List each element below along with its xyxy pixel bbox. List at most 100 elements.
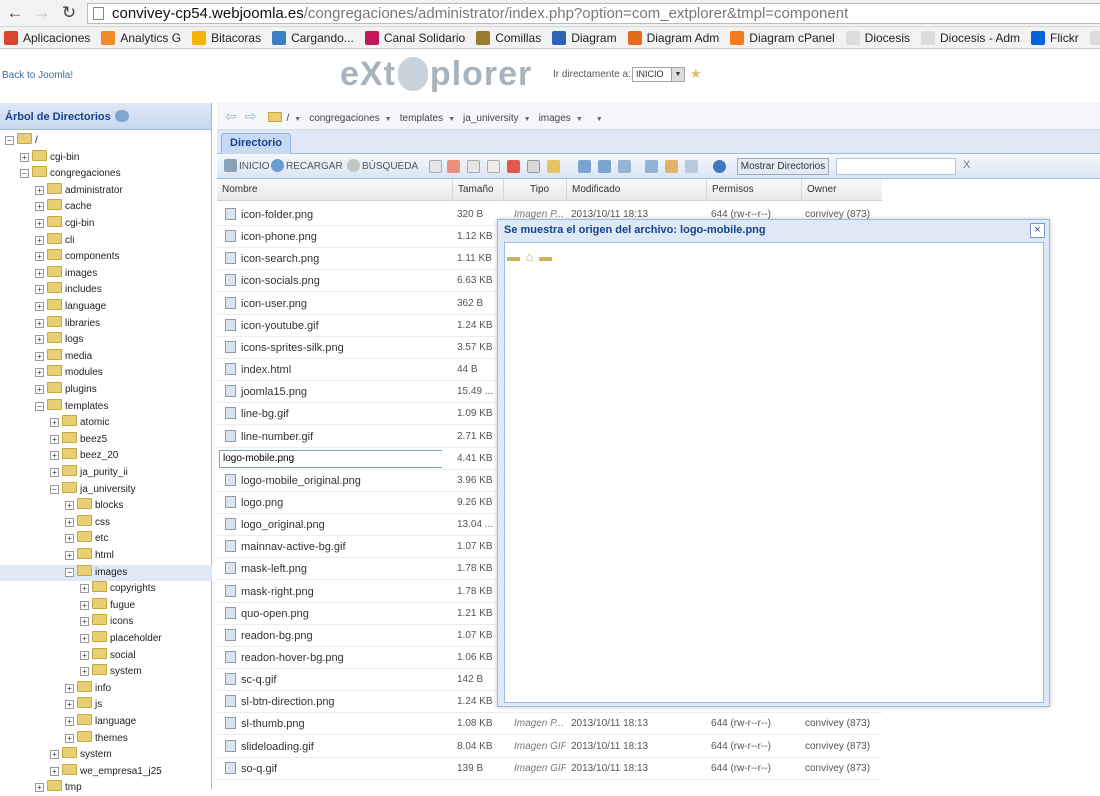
col-owner[interactable]: Owner — [801, 179, 882, 201]
tree-node[interactable]: + system — [50, 747, 112, 763]
bookmark-item[interactable]: Comillas — [472, 27, 548, 48]
file-row[interactable]: sl-thumb.png 1.08 KB Imagen P... 2013/10/11… — [217, 713, 882, 736]
search-button[interactable]: BÚSQUEDA — [347, 159, 418, 174]
expand-icon[interactable]: + — [50, 766, 59, 776]
chevron-down-icon[interactable]: ▼ — [448, 116, 455, 123]
bookmark-item[interactable]: Diagram Adm — [624, 27, 727, 48]
expand-icon[interactable]: + — [35, 335, 44, 345]
expand-icon[interactable]: + — [35, 318, 44, 328]
expand-icon[interactable]: + — [50, 468, 59, 477]
home-button[interactable]: INICIO — [224, 159, 270, 174]
breadcrumb-item[interactable]: templates ▼ — [400, 113, 463, 124]
tree-node[interactable]: + placeholder — [80, 631, 162, 647]
tree-node[interactable]: + html — [65, 548, 114, 564]
expand-icon[interactable]: + — [65, 700, 74, 710]
path-back-icon[interactable]: ⇦ — [225, 108, 237, 124]
tree-node[interactable]: + language — [35, 299, 106, 315]
tree-node[interactable]: + beez_20 — [50, 448, 118, 464]
chmod-icon[interactable] — [547, 160, 560, 173]
expand-icon[interactable]: + — [35, 302, 44, 311]
tree-node[interactable]: + beez5 — [50, 431, 107, 448]
rename-icon[interactable] — [527, 160, 540, 173]
tree-node[interactable]: + we_empresa1_j25 — [50, 763, 162, 780]
close-icon[interactable]: × — [1030, 223, 1045, 238]
download-icon[interactable] — [618, 160, 631, 173]
back-to-joomla-link[interactable]: Back to Joomla! — [2, 70, 73, 81]
tree-node[interactable]: + blocks — [65, 498, 123, 514]
tree-node[interactable]: + media — [35, 348, 92, 365]
refresh-tree-icon[interactable] — [114, 110, 129, 122]
expand-icon[interactable]: + — [80, 584, 89, 594]
address-bar[interactable]: convivey-cp54.webjoomla.es/congregacione… — [87, 3, 1100, 24]
tree-node[interactable]: + js — [65, 697, 102, 713]
expand-icon[interactable]: + — [65, 683, 74, 693]
bookmark-item[interactable]: Canal Solidario — [361, 27, 472, 48]
bookmark-item[interactable]: Diagram — [548, 27, 623, 48]
bookmark-item[interactable]: Analytics G — [97, 27, 188, 48]
path-forward-icon[interactable]: ⇨ — [245, 108, 257, 124]
bookmark-item[interactable]: France inte — [1086, 27, 1100, 48]
expand-icon[interactable]: + — [65, 551, 74, 560]
expand-icon[interactable]: + — [35, 285, 44, 295]
transfer-icon[interactable] — [685, 160, 698, 173]
expand-icon[interactable]: + — [35, 385, 44, 394]
tree-node[interactable]: − templates — [35, 398, 108, 415]
tree-node[interactable]: + ja_purity_ii — [50, 465, 128, 481]
tree-node[interactable]: + atomic — [50, 415, 109, 431]
tree-node[interactable]: + social — [80, 647, 136, 664]
expand-icon[interactable]: + — [65, 517, 74, 527]
tree-node[interactable]: + administrator — [35, 182, 123, 199]
tree-node[interactable]: + language — [65, 714, 136, 730]
back-arrow-icon[interactable]: ← — [5, 3, 25, 23]
expand-icon[interactable]: + — [65, 501, 74, 511]
reload-button[interactable]: RECARGAR — [271, 159, 343, 174]
tree-node[interactable]: + info — [65, 680, 111, 697]
col-size[interactable]: Tamaño — [452, 179, 503, 201]
filter-input[interactable] — [836, 158, 956, 175]
expand-icon[interactable]: + — [80, 667, 89, 677]
expand-icon[interactable]: + — [65, 717, 74, 726]
forward-arrow-icon[interactable]: → — [32, 3, 52, 23]
tree-node[interactable]: + system — [80, 664, 142, 680]
expand-icon[interactable]: + — [20, 152, 29, 162]
breadcrumb-item[interactable]: ja_university ▼ — [463, 113, 539, 124]
collapse-icon[interactable]: − — [5, 136, 14, 145]
tree-node[interactable]: + cgi-bin — [20, 149, 79, 166]
tree-node[interactable]: + css — [65, 514, 110, 531]
goto-select[interactable]: INICIO ▼ — [632, 67, 685, 82]
tree-node[interactable]: + plugins — [35, 382, 97, 398]
reload-icon[interactable]: ↻ — [59, 3, 79, 23]
col-name[interactable]: Nombre — [217, 179, 452, 201]
tree-node[interactable]: − images — [0, 564, 212, 581]
breadcrumb-item[interactable]: ▼ — [591, 113, 611, 124]
collapse-icon[interactable]: − — [20, 169, 29, 179]
tree-node[interactable]: + fugue — [80, 597, 135, 614]
collapse-icon[interactable]: − — [35, 401, 44, 411]
rename-input[interactable]: logo-mobile.png — [219, 449, 442, 468]
tree-node[interactable]: + tmp — [35, 780, 82, 796]
expand-icon[interactable]: + — [35, 268, 44, 278]
chevron-down-icon[interactable]: ▼ — [596, 116, 603, 123]
breadcrumb-item[interactable]: / ▼ — [286, 113, 309, 124]
expand-icon[interactable]: + — [50, 750, 59, 760]
tree-node[interactable]: − congregaciones — [20, 166, 121, 182]
delete-icon[interactable] — [507, 160, 520, 173]
chevron-down-icon[interactable]: ▼ — [524, 116, 531, 123]
bookmark-item[interactable]: Diocesis - Adm — [917, 27, 1027, 48]
expand-icon[interactable]: + — [50, 434, 59, 444]
tab-directorio[interactable]: Directorio — [221, 133, 291, 154]
archive-icon[interactable] — [598, 160, 611, 173]
collapse-icon[interactable]: − — [65, 567, 74, 577]
bookmark-item[interactable]: Diocesis — [842, 27, 917, 48]
breadcrumb-item[interactable]: images ▼ — [539, 113, 591, 124]
expand-icon[interactable]: + — [65, 534, 74, 544]
chevron-down-icon[interactable]: ▼ — [576, 116, 583, 123]
chevron-down-icon[interactable]: ▼ — [294, 116, 301, 123]
tree-node[interactable]: + components — [35, 249, 119, 265]
edit-icon[interactable] — [447, 160, 460, 173]
bookmark-item[interactable]: Cargando... — [268, 27, 361, 48]
bookmark-item[interactable]: Aplicaciones — [0, 27, 97, 48]
tree-node[interactable]: + themes — [65, 730, 128, 747]
chevron-down-icon[interactable]: ▼ — [385, 116, 392, 123]
expand-icon[interactable]: + — [65, 733, 74, 743]
